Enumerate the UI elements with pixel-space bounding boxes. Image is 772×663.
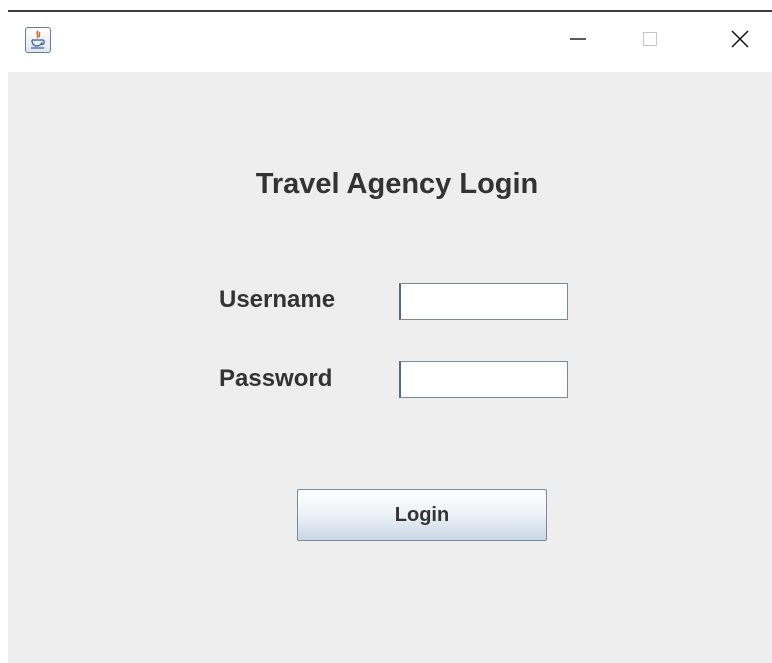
login-title: Travel Agency Login <box>255 168 539 200</box>
login-panel: Travel Agency Login Username Password Lo… <box>8 72 772 663</box>
minimize-icon <box>568 29 588 54</box>
close-icon <box>729 28 751 55</box>
maximize-icon <box>640 29 660 54</box>
username-field[interactable] <box>399 283 568 320</box>
username-label: Username <box>219 286 336 313</box>
password-field[interactable] <box>399 361 568 398</box>
application-window: Travel Agency Login Username Password Lo… <box>8 10 772 663</box>
java-cup-icon[interactable] <box>25 27 51 53</box>
maximize-button[interactable] <box>620 12 680 70</box>
close-button[interactable] <box>710 12 770 70</box>
title-bar[interactable] <box>8 12 772 72</box>
login-button[interactable]: Login <box>297 489 547 541</box>
password-label: Password <box>219 365 333 392</box>
minimize-button[interactable] <box>548 12 608 70</box>
